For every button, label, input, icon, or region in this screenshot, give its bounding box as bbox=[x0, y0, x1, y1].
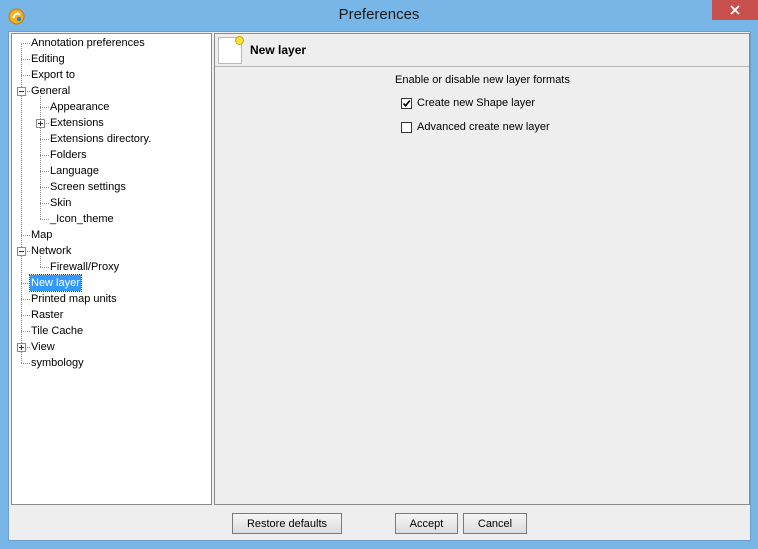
create-shape-layer-label: Create new Shape layer bbox=[417, 97, 536, 109]
tree-item-label: Export to bbox=[31, 69, 76, 81]
advanced-create-layer-checkbox[interactable] bbox=[401, 121, 412, 133]
tree-guide-line bbox=[40, 107, 49, 108]
new-layer-icon bbox=[218, 36, 244, 64]
checkmark-icon bbox=[402, 99, 411, 107]
tree-item-label: Annotation preferences bbox=[31, 37, 145, 49]
close-button[interactable] bbox=[712, 0, 758, 20]
panel-title: New layer bbox=[250, 43, 307, 57]
tree-item[interactable]: Folders bbox=[49, 147, 88, 163]
close-icon bbox=[730, 5, 740, 15]
tree-guide-line bbox=[40, 139, 49, 140]
tree-item[interactable]: Raster bbox=[30, 307, 64, 323]
tree-guide-line bbox=[21, 283, 30, 284]
tree-guide-line bbox=[40, 155, 49, 156]
tree-item-label: Raster bbox=[31, 309, 64, 321]
preferences-tree[interactable]: Annotation preferences Editing Export to Ge… bbox=[11, 33, 212, 505]
option-create-shape-layer[interactable]: Create new Shape layer bbox=[401, 96, 535, 110]
button-bar: Restore defaults Accept Cancel bbox=[9, 505, 750, 540]
tree-item[interactable]: Printed map units bbox=[30, 291, 118, 307]
tree-item[interactable]: Screen settings bbox=[49, 179, 127, 195]
new-badge-icon bbox=[235, 36, 244, 45]
tree-item[interactable]: Editing bbox=[30, 51, 66, 67]
option-advanced-create-layer[interactable]: Advanced create new layer bbox=[401, 120, 550, 134]
tree-item-label: General bbox=[31, 85, 71, 97]
tree-item[interactable]: Map bbox=[30, 227, 53, 243]
tree-item-label: View bbox=[31, 341, 55, 353]
tree-item[interactable]: Firewall/Proxy bbox=[49, 259, 120, 275]
tree-item[interactable]: Tile Cache bbox=[30, 323, 84, 339]
tree-item[interactable]: Extensions bbox=[49, 115, 105, 131]
tree-item-label: Editing bbox=[31, 53, 65, 65]
tree-item-label: Language bbox=[50, 165, 99, 177]
tree-item-label: Appearance bbox=[50, 101, 110, 113]
tree-guide-line bbox=[21, 315, 30, 316]
collapse-icon[interactable] bbox=[17, 87, 26, 96]
tree-item[interactable]: Extensions directory. bbox=[49, 131, 152, 147]
dialog-client-area: Annotation preferences Editing Export to Ge… bbox=[8, 31, 751, 541]
tree-guide-line bbox=[40, 187, 49, 188]
tree-item-label: Tile Cache bbox=[31, 325, 84, 337]
tree-item[interactable]: _Icon_theme bbox=[49, 211, 115, 227]
title-bar[interactable]: Preferences bbox=[0, 0, 758, 31]
panel-header: New layer bbox=[215, 34, 749, 67]
expand-icon[interactable] bbox=[17, 343, 26, 352]
group-label: Enable or disable new layer formats bbox=[395, 74, 570, 86]
preferences-window: Preferences Annotation preferences Editin… bbox=[0, 0, 758, 549]
collapse-icon[interactable] bbox=[17, 247, 26, 256]
tree-item-label: Skin bbox=[50, 197, 72, 209]
tree-item-label: Folders bbox=[50, 149, 87, 161]
tree-item-label: Firewall/Proxy bbox=[50, 261, 120, 273]
tree-item[interactable]: View bbox=[30, 339, 56, 355]
restore-defaults-button[interactable]: Restore defaults bbox=[232, 513, 342, 534]
tree-item-label: Extensions bbox=[50, 117, 104, 129]
tree-guide-line bbox=[21, 59, 30, 60]
tree-item-label: New layer bbox=[29, 274, 82, 292]
tree-item-label: Printed map units bbox=[31, 293, 117, 305]
tree-item[interactable]: Export to bbox=[30, 67, 76, 83]
tree-guide-line bbox=[21, 299, 30, 300]
tree-item[interactable]: Network bbox=[30, 243, 72, 259]
tree-guide-line bbox=[21, 75, 30, 76]
accept-button[interactable]: Accept bbox=[395, 513, 458, 534]
tree-item[interactable]: New layer bbox=[29, 274, 82, 292]
tree-guide-line bbox=[21, 43, 30, 44]
tree-guide-line bbox=[40, 96, 41, 219]
create-shape-layer-checkbox[interactable] bbox=[401, 97, 412, 109]
tree-guide-line bbox=[40, 219, 49, 220]
tree-guide-line bbox=[40, 203, 49, 204]
tree-item-label: Map bbox=[31, 229, 53, 241]
tree-item-label: Screen settings bbox=[50, 181, 126, 193]
tree-item-label: _Icon_theme bbox=[50, 213, 114, 225]
tree-item[interactable]: symbology bbox=[30, 355, 85, 371]
tree-item[interactable]: Language bbox=[49, 163, 100, 179]
advanced-create-layer-label: Advanced create new layer bbox=[417, 121, 550, 133]
tree-item[interactable]: Skin bbox=[49, 195, 72, 211]
tree-guide-line bbox=[40, 171, 49, 172]
tree-item-label: Network bbox=[31, 245, 72, 257]
tree-item-label: symbology bbox=[31, 357, 84, 369]
tree-guide-line bbox=[40, 267, 49, 268]
settings-panel: New layer Enable or disable new layer fo… bbox=[214, 33, 750, 505]
tree-item[interactable]: Appearance bbox=[49, 99, 110, 115]
tree-guide-line bbox=[21, 331, 30, 332]
expand-icon[interactable] bbox=[36, 119, 45, 128]
tree-guide-line bbox=[21, 363, 30, 364]
tree-guide-line bbox=[21, 235, 30, 236]
tree-item[interactable]: General bbox=[30, 83, 71, 99]
window-title: Preferences bbox=[338, 6, 420, 23]
tree-item-label: Extensions directory. bbox=[50, 133, 152, 145]
cancel-button[interactable]: Cancel bbox=[463, 513, 527, 534]
tree-item[interactable]: Annotation preferences bbox=[30, 35, 146, 51]
